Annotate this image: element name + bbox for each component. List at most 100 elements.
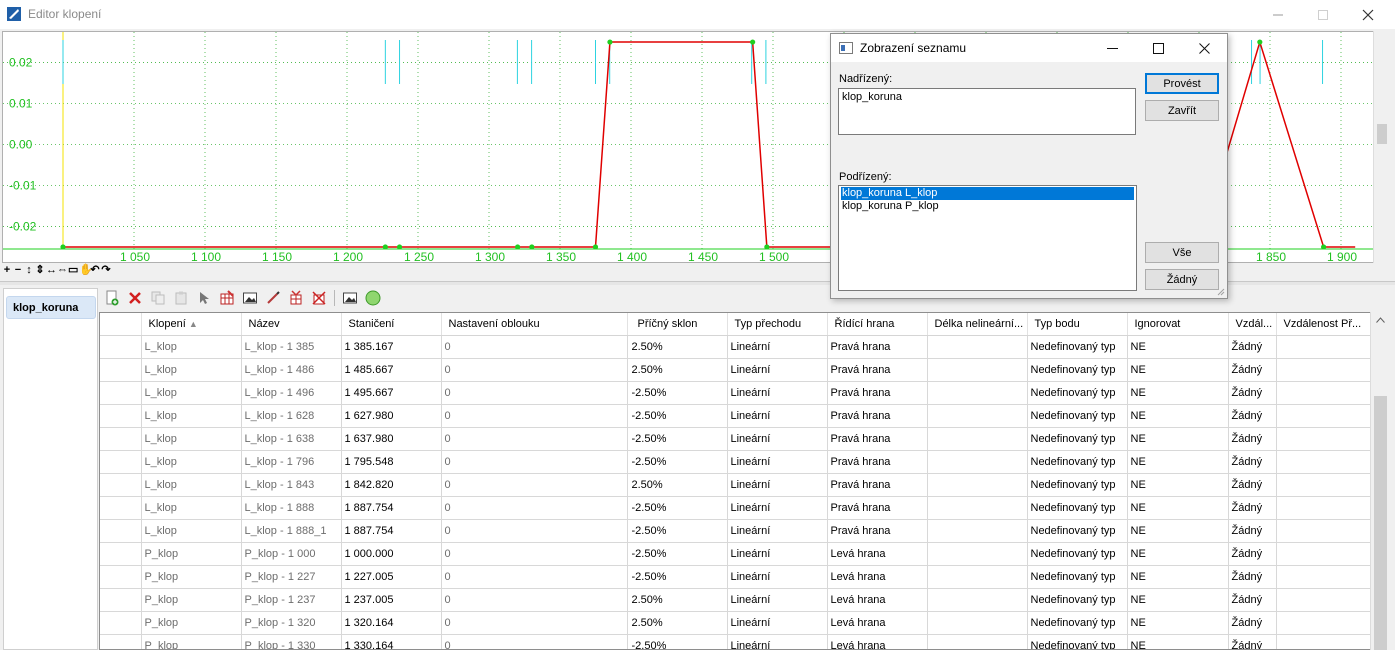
grid-cell[interactable]: 2.50% xyxy=(627,611,728,635)
scroll-up-icon[interactable] xyxy=(1376,317,1385,323)
grid-cell[interactable]: 1 385.167 xyxy=(341,335,442,359)
row-header[interactable] xyxy=(100,611,142,635)
child-listbox[interactable]: klop_koruna L_klop klop_koruna P_klop xyxy=(838,185,1137,291)
grid-cell[interactable] xyxy=(1276,427,1372,451)
table-row[interactable]: P_klop P_klop - 1 000 1 000.000 0 -2.50% Line… xyxy=(100,542,1376,566)
grid-cell[interactable]: 1 495.667 xyxy=(341,381,442,405)
execute-button[interactable]: Provést xyxy=(1145,73,1219,94)
grid-cell[interactable]: Žádný xyxy=(1228,427,1277,451)
cant-point[interactable] xyxy=(1321,244,1327,250)
grid-scrollbar[interactable] xyxy=(1370,312,1389,650)
tree-item-klop-koruna[interactable]: klop_koruna xyxy=(6,296,96,319)
column-header[interactable]: Délka nelineární... xyxy=(927,313,1028,336)
grid-cell[interactable]: L_klop xyxy=(141,335,242,359)
grid-cell[interactable]: Lineární xyxy=(727,611,828,635)
grid-cell[interactable]: P_klop - 1 320 xyxy=(241,611,342,635)
grid-cell[interactable]: NE xyxy=(1127,565,1229,589)
redo-icon[interactable]: ↷ xyxy=(101,264,111,276)
row-header[interactable] xyxy=(100,565,142,589)
filter-button[interactable] xyxy=(286,288,306,308)
grid-cell[interactable]: Lineární xyxy=(727,335,828,359)
grid-cell[interactable]: Pravá hrana xyxy=(827,450,928,474)
grid-cell[interactable]: Lineární xyxy=(727,473,828,497)
grid-cell[interactable]: 1 000.000 xyxy=(341,542,442,566)
fit-horizontal-icon[interactable]: ↔ xyxy=(46,264,57,276)
column-header[interactable]: Vzdálenost Př... xyxy=(1276,313,1372,336)
grid-cell[interactable] xyxy=(927,427,1028,451)
select-none-button[interactable]: Žádný xyxy=(1145,269,1219,290)
picture-button[interactable] xyxy=(340,288,360,308)
grid-cell[interactable]: P_klop - 1 237 xyxy=(241,588,342,612)
column-header[interactable]: Nastavení oblouku xyxy=(441,313,628,336)
grid-cell[interactable]: -2.50% xyxy=(627,634,728,649)
grid-cell[interactable]: 0 xyxy=(441,358,628,382)
grid-cell[interactable]: 1 485.667 xyxy=(341,358,442,382)
resize-grip-icon[interactable] xyxy=(1217,288,1225,296)
grid-cell[interactable]: Lineární xyxy=(727,381,828,405)
grid-cell[interactable]: Nedefinovaný typ xyxy=(1027,335,1128,359)
grid-cell[interactable]: Žádný xyxy=(1228,381,1277,405)
paste-button[interactable] xyxy=(171,288,191,308)
grid-cell[interactable]: L_klop - 1 385 xyxy=(241,335,342,359)
grid-cell[interactable]: Žádný xyxy=(1228,496,1277,520)
cant-point[interactable] xyxy=(60,244,66,250)
shrink-horizontal-icon[interactable]: ⇔ xyxy=(57,264,68,276)
grid-cell[interactable]: Žádný xyxy=(1228,611,1277,635)
grid-cell[interactable] xyxy=(1276,496,1372,520)
image-button[interactable] xyxy=(240,288,260,308)
column-header[interactable]: Typ bodu xyxy=(1027,313,1128,336)
row-header[interactable] xyxy=(100,634,142,649)
grid-cell[interactable]: Pravá hrana xyxy=(827,496,928,520)
column-header[interactable]: Ignorovat xyxy=(1127,313,1229,336)
grid-cell[interactable]: Pravá hrana xyxy=(827,358,928,382)
cant-point[interactable] xyxy=(764,244,770,250)
grid-cell[interactable] xyxy=(927,634,1028,649)
grid-cell[interactable] xyxy=(927,335,1028,359)
grid-cell[interactable]: 2.50% xyxy=(627,335,728,359)
column-header[interactable]: Klopení ▲ xyxy=(141,313,242,336)
grid-cell[interactable]: L_klop xyxy=(141,450,242,474)
grid-cell[interactable]: 0 xyxy=(441,404,628,428)
grid-cell[interactable]: -2.50% xyxy=(627,381,728,405)
grid-cell[interactable]: L_klop - 1 486 xyxy=(241,358,342,382)
cant-point[interactable] xyxy=(515,244,521,250)
grid-scroll-thumb[interactable] xyxy=(1374,396,1387,650)
grid-cell[interactable]: Pravá hrana xyxy=(827,404,928,428)
grid-cell[interactable]: 1 627.980 xyxy=(341,404,442,428)
grid-cell[interactable]: Nedefinovaný typ xyxy=(1027,496,1128,520)
grid-cell[interactable]: 0 xyxy=(441,335,628,359)
dialog-close-button[interactable] xyxy=(1181,34,1227,62)
grid-cell[interactable]: NE xyxy=(1127,519,1229,543)
grid-cell[interactable]: P_klop - 1 000 xyxy=(241,542,342,566)
grid-cell[interactable] xyxy=(927,381,1028,405)
grid-cell[interactable] xyxy=(1276,565,1372,589)
grid-cell[interactable]: Žádný xyxy=(1228,473,1277,497)
grid-cell[interactable]: Žádný xyxy=(1228,358,1277,382)
zoom-out-icon[interactable]: − xyxy=(13,264,23,276)
grid-cell[interactable] xyxy=(927,542,1028,566)
grid-cell[interactable]: NE xyxy=(1127,473,1229,497)
pick-button[interactable] xyxy=(194,288,214,308)
grid-cell[interactable]: Pravá hrana xyxy=(827,335,928,359)
grid-cell[interactable] xyxy=(927,565,1028,589)
grid-cell[interactable]: NE xyxy=(1127,542,1229,566)
grid-cell[interactable]: Lineární xyxy=(727,542,828,566)
grid-cell[interactable]: Žádný xyxy=(1228,450,1277,474)
grid-cell[interactable]: 1 227.005 xyxy=(341,565,442,589)
grid-cell[interactable]: Lineární xyxy=(727,404,828,428)
cant-point[interactable] xyxy=(529,244,535,250)
grid-cell[interactable]: P_klop xyxy=(141,542,242,566)
grid-cell[interactable]: 0 xyxy=(441,496,628,520)
grid-cell[interactable]: NE xyxy=(1127,335,1229,359)
grid-cell[interactable]: Nedefinovaný typ xyxy=(1027,404,1128,428)
grid-cell[interactable]: Pravá hrana xyxy=(827,381,928,405)
circle-button[interactable] xyxy=(363,288,383,308)
grid-cell[interactable]: L_klop xyxy=(141,381,242,405)
grid-cell[interactable]: NE xyxy=(1127,450,1229,474)
table-row[interactable]: L_klop L_klop - 1 496 1 495.667 0 -2.50% Line… xyxy=(100,381,1376,405)
grid-cell[interactable]: NE xyxy=(1127,588,1229,612)
grid-cell[interactable]: Lineární xyxy=(727,519,828,543)
grid-cell[interactable] xyxy=(927,450,1028,474)
grid-cell[interactable] xyxy=(927,519,1028,543)
grid-cell[interactable]: 0 xyxy=(441,542,628,566)
